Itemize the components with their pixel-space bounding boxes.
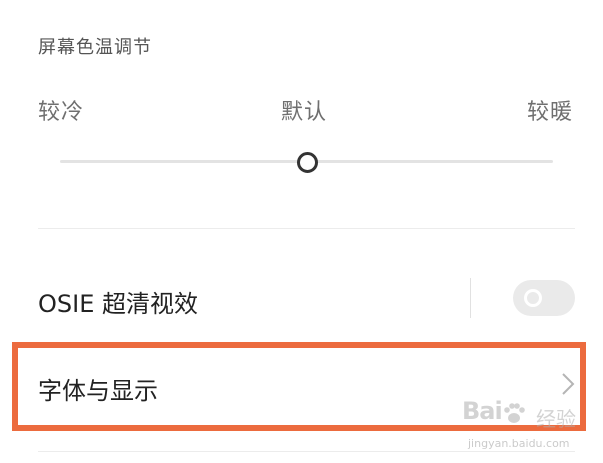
watermark-logo: Bai — [462, 397, 503, 425]
chevron-right-icon — [562, 373, 575, 395]
osie-setting-row[interactable]: OSIE 超清视效 — [38, 276, 578, 320]
font-display-label: 字体与显示 — [38, 377, 158, 405]
baidu-jingyan-watermark: Bai 经验 jingyan.baidu.com — [462, 395, 597, 459]
temp-label-cold: 较冷 — [38, 100, 85, 125]
slider-thumb[interactable] — [296, 152, 318, 173]
osie-toggle[interactable] — [513, 280, 575, 316]
watermark-label: 经验 — [536, 407, 576, 431]
temp-label-warm: 较暖 — [527, 100, 574, 125]
temp-label-default: 默认 — [281, 100, 328, 125]
vertical-divider — [470, 278, 471, 318]
divider — [38, 228, 575, 229]
section-title: 屏幕色温调节 — [38, 37, 152, 58]
color-temperature-slider[interactable] — [60, 152, 553, 173]
paw-icon — [504, 403, 525, 423]
watermark-url: jingyan.baidu.com — [468, 437, 570, 450]
osie-label: OSIE 超清视效 — [38, 290, 198, 318]
toggle-knob — [524, 289, 542, 307]
